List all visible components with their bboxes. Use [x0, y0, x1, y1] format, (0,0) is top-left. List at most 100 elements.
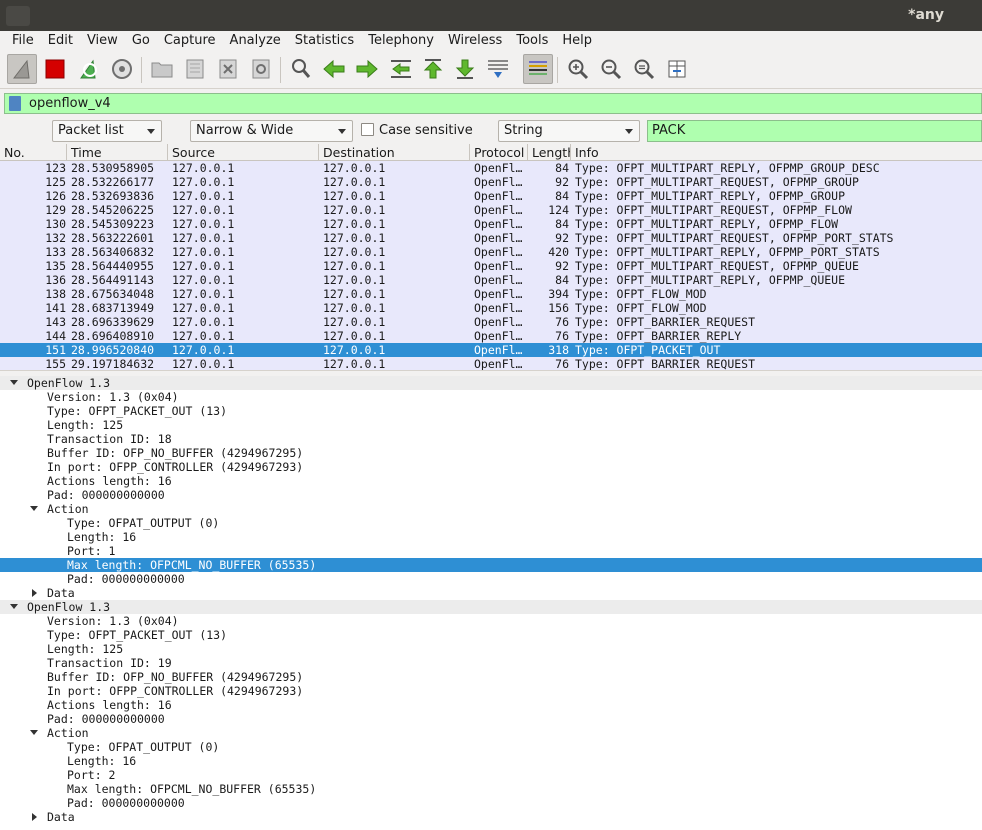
- menu-analyze[interactable]: Analyze: [223, 31, 288, 51]
- stop-icon[interactable]: [40, 54, 70, 84]
- menu-telephony[interactable]: Telephony: [361, 31, 441, 51]
- packet-details-tree[interactable]: OpenFlow 1.3 Version: 1.3 (0x04) Type: OFP…: [0, 376, 982, 830]
- zoom-in-icon[interactable]: [563, 54, 593, 84]
- restart-icon[interactable]: [74, 54, 104, 84]
- menu-wireless[interactable]: Wireless: [441, 31, 509, 51]
- autoscroll-icon[interactable]: [483, 54, 513, 84]
- open-folder-icon[interactable]: [147, 54, 177, 84]
- options-gear-icon[interactable]: [107, 54, 137, 84]
- tree-field-item[interactable]: Max length: OFPCML_NO_BUFFER (65535): [0, 782, 982, 796]
- tree-field-item[interactable]: Transaction ID: 18: [0, 432, 982, 446]
- tree-field-item[interactable]: Pad: 000000000000: [0, 488, 982, 502]
- tree-field-item[interactable]: Type: OFPT_PACKET_OUT (13): [0, 628, 982, 642]
- menu-edit[interactable]: Edit: [41, 31, 80, 51]
- packet-list[interactable]: 123 28.530958905 127.0.0.1 127.0.0.1 OpenFl……: [0, 161, 982, 370]
- forward-arrow-icon[interactable]: [352, 54, 382, 84]
- menu-statistics[interactable]: Statistics: [288, 31, 361, 51]
- packet-row[interactable]: 133 28.563406832 127.0.0.1 127.0.0.1 OpenFl……: [0, 245, 982, 259]
- tree-field-item[interactable]: Actions length: 16: [0, 474, 982, 488]
- menu-tools[interactable]: Tools: [509, 31, 555, 51]
- column-header-length[interactable]: Length: [528, 144, 571, 161]
- chevron-right-icon[interactable]: [32, 813, 37, 821]
- tree-field-item[interactable]: Type: OFPAT_OUTPUT (0): [0, 516, 982, 530]
- zoom-normal-icon[interactable]: [629, 54, 659, 84]
- packet-row[interactable]: 126 28.532693836 127.0.0.1 127.0.0.1 OpenFl……: [0, 189, 982, 203]
- zoom-out-icon[interactable]: [596, 54, 626, 84]
- case-sensitive-checkbox[interactable]: [361, 123, 374, 136]
- packet-row[interactable]: 136 28.564491143 127.0.0.1 127.0.0.1 OpenFl……: [0, 273, 982, 287]
- packet-row[interactable]: 141 28.683713949 127.0.0.1 127.0.0.1 OpenFl……: [0, 301, 982, 315]
- menu-view[interactable]: View: [80, 31, 125, 51]
- tree-field-item[interactable]: Data: [0, 810, 982, 824]
- display-filter-bar[interactable]: openflow_v4: [4, 93, 982, 114]
- tree-field-item[interactable]: Length: 125: [0, 642, 982, 656]
- display-filter-input[interactable]: openflow_v4: [29, 96, 111, 111]
- colorize-icon[interactable]: [523, 54, 553, 84]
- tree-field-item[interactable]: Buffer ID: OFP_NO_BUFFER (4294967295): [0, 446, 982, 460]
- chevron-down-icon[interactable]: [10, 604, 18, 609]
- tree-field-item[interactable]: Version: 1.3 (0x04): [0, 390, 982, 404]
- tree-protocol-item[interactable]: OpenFlow 1.3: [0, 376, 982, 390]
- tree-field-item[interactable]: Transaction ID: 19: [0, 656, 982, 670]
- resize-columns-icon[interactable]: [662, 54, 692, 84]
- menu-go[interactable]: Go: [125, 31, 157, 51]
- tree-field-item[interactable]: Length: 16: [0, 530, 982, 544]
- window-menu-button[interactable]: [6, 6, 30, 26]
- last-packet-icon[interactable]: [450, 54, 480, 84]
- char-width-select[interactable]: Narrow & Wide: [190, 120, 353, 142]
- tree-field-item[interactable]: Max length: OFPCML_NO_BUFFER (65535): [0, 558, 982, 572]
- first-packet-icon[interactable]: [418, 54, 448, 84]
- packet-row[interactable]: 155 29.197184632 127.0.0.1 127.0.0.1 OpenFl……: [0, 357, 982, 370]
- tree-field-item[interactable]: Length: 125: [0, 418, 982, 432]
- tree-field-item[interactable]: Actions length: 16: [0, 698, 982, 712]
- packet-row[interactable]: 129 28.545206225 127.0.0.1 127.0.0.1 OpenFl……: [0, 203, 982, 217]
- save-file-icon[interactable]: [180, 54, 210, 84]
- find-icon[interactable]: [286, 54, 316, 84]
- tree-field-item[interactable]: Action: [0, 726, 982, 740]
- menu-capture[interactable]: Capture: [157, 31, 223, 51]
- packet-row[interactable]: 125 28.532266177 127.0.0.1 127.0.0.1 OpenFl……: [0, 175, 982, 189]
- column-header-protocol[interactable]: Protocol: [470, 144, 528, 161]
- tree-field-item[interactable]: Pad: 000000000000: [0, 796, 982, 810]
- column-header-time[interactable]: Time: [67, 144, 168, 161]
- chevron-right-icon[interactable]: [32, 589, 37, 597]
- chevron-down-icon[interactable]: [30, 730, 38, 735]
- tree-field-item[interactable]: Data: [0, 586, 982, 600]
- tree-field-item[interactable]: Length: 16: [0, 754, 982, 768]
- packet-row[interactable]: 143 28.696339629 127.0.0.1 127.0.0.1 OpenFl……: [0, 315, 982, 329]
- back-arrow-icon[interactable]: [319, 54, 349, 84]
- column-header-info[interactable]: Info: [571, 144, 982, 161]
- tree-field-item[interactable]: Version: 1.3 (0x04): [0, 614, 982, 628]
- search-type-select[interactable]: String: [498, 120, 640, 142]
- tree-protocol-item[interactable]: OpenFlow 1.3: [0, 600, 982, 614]
- chevron-down-icon[interactable]: [10, 380, 18, 385]
- column-header-source[interactable]: Source: [168, 144, 319, 161]
- go-to-packet-icon[interactable]: [386, 54, 416, 84]
- reload-icon[interactable]: [246, 54, 276, 84]
- tree-field-item[interactable]: Type: OFPT_PACKET_OUT (13): [0, 404, 982, 418]
- tree-field-item[interactable]: In port: OFPP_CONTROLLER (4294967293): [0, 684, 982, 698]
- tree-field-item[interactable]: Port: 2: [0, 768, 982, 782]
- packet-row[interactable]: 132 28.563222601 127.0.0.1 127.0.0.1 OpenFl……: [0, 231, 982, 245]
- search-in-select[interactable]: Packet list: [52, 120, 162, 142]
- shark-fin-icon[interactable]: [7, 54, 37, 84]
- bookmark-icon[interactable]: [9, 96, 21, 111]
- tree-field-item[interactable]: Type: OFPAT_OUTPUT (0): [0, 740, 982, 754]
- tree-field-item[interactable]: Port: 1: [0, 544, 982, 558]
- tree-field-item[interactable]: In port: OFPP_CONTROLLER (4294967293): [0, 460, 982, 474]
- packet-row[interactable]: 123 28.530958905 127.0.0.1 127.0.0.1 OpenFl……: [0, 161, 982, 175]
- tree-field-item[interactable]: Pad: 000000000000: [0, 712, 982, 726]
- packet-row[interactable]: 135 28.564440955 127.0.0.1 127.0.0.1 OpenFl……: [0, 259, 982, 273]
- tree-field-item[interactable]: Action: [0, 502, 982, 516]
- column-header-no[interactable]: No.: [0, 144, 67, 161]
- find-input[interactable]: PACK: [647, 120, 982, 142]
- menu-help[interactable]: Help: [555, 31, 599, 51]
- packet-row[interactable]: 130 28.545309223 127.0.0.1 127.0.0.1 OpenFl……: [0, 217, 982, 231]
- tree-field-item[interactable]: Buffer ID: OFP_NO_BUFFER (4294967295): [0, 670, 982, 684]
- chevron-down-icon[interactable]: [30, 506, 38, 511]
- packet-row[interactable]: 151 28.996520840 127.0.0.1 127.0.0.1 OpenFl……: [0, 343, 982, 357]
- tree-field-item[interactable]: Pad: 000000000000: [0, 572, 982, 586]
- packet-row[interactable]: 138 28.675634048 127.0.0.1 127.0.0.1 OpenFl……: [0, 287, 982, 301]
- column-header-destination[interactable]: Destination: [319, 144, 470, 161]
- packet-row[interactable]: 144 28.696408910 127.0.0.1 127.0.0.1 OpenFl……: [0, 329, 982, 343]
